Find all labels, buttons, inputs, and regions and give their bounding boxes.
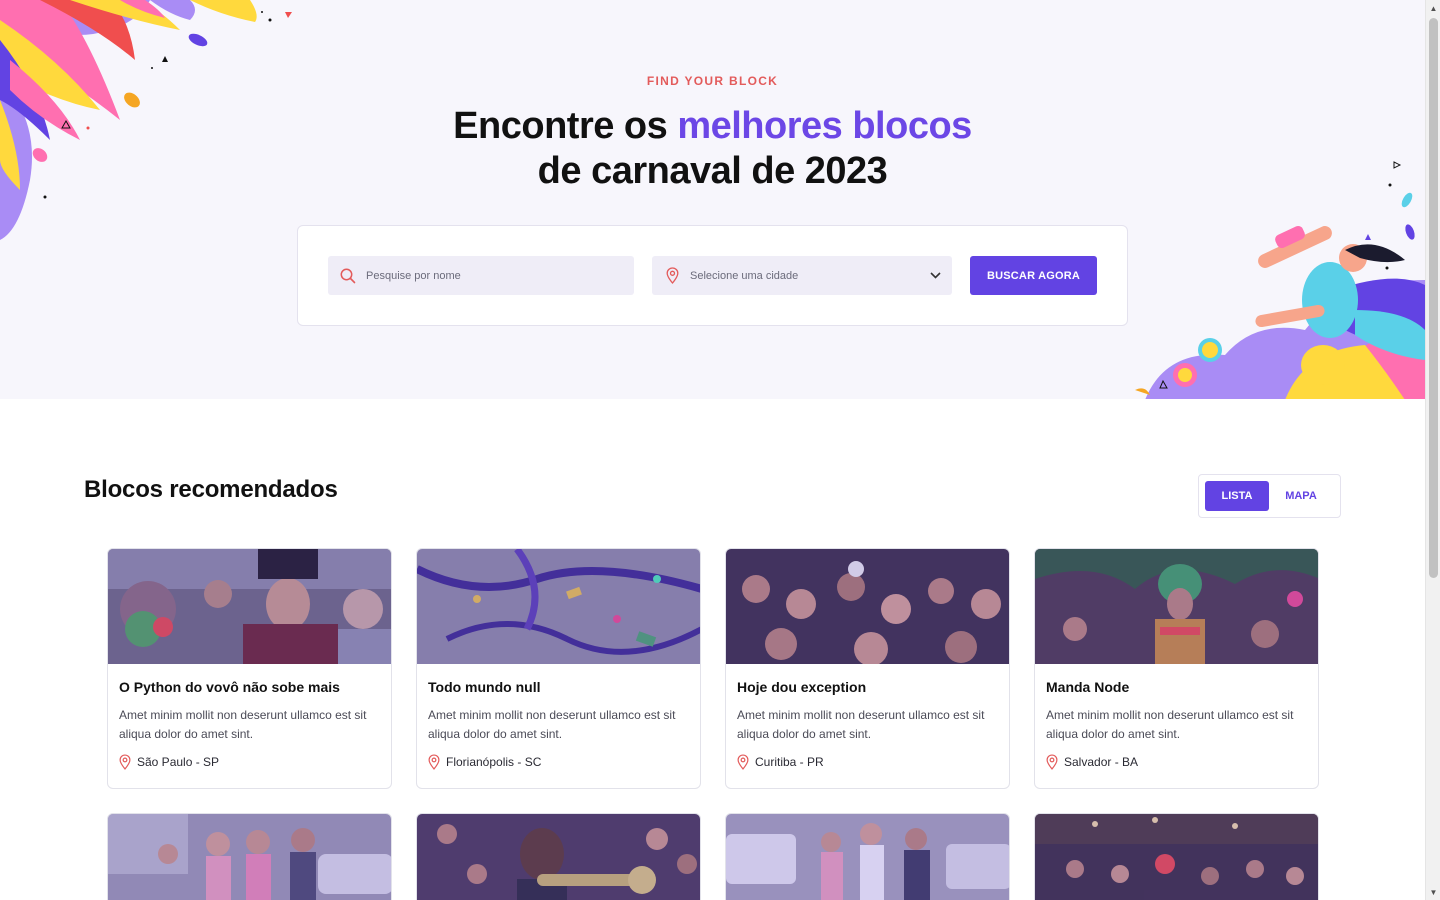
search-button[interactable]: BUSCAR AGORA [970,256,1097,295]
block-card-location: Curitiba - PR [737,754,998,770]
block-card-image [417,549,700,664]
map-pin-icon [1046,754,1058,770]
block-card-image [108,814,391,900]
list-view-button[interactable]: LISTA [1205,481,1269,511]
block-card[interactable] [416,813,701,900]
hero-title-prefix: Encontre os [453,105,678,147]
name-search-field[interactable] [328,256,634,295]
block-card-description: Amet minim mollit non deserunt ullamco e… [1046,708,1294,741]
page-scrollbar[interactable]: ▲ ▼ [1425,0,1440,900]
block-card[interactable] [725,813,1010,900]
block-card-description: Amet minim mollit non deserunt ullamco e… [119,708,367,741]
block-card[interactable]: Manda Node Amet minim mollit non deserun… [1034,548,1319,789]
city-select-placeholder: Selecione uma cidade [690,269,799,282]
hero-title-accent: melhores blocos [677,105,972,147]
scrollbar-thumb[interactable] [1429,18,1438,578]
block-card-title: Manda Node [1046,679,1130,695]
scroll-down-arrow-icon[interactable]: ▼ [1426,884,1440,900]
hero-section: FIND YOUR BLOCK Encontre os melhores blo… [0,0,1425,399]
block-card[interactable]: O Python do vovô não sobe mais Amet mini… [107,548,392,789]
block-card-location: São Paulo - SP [119,754,380,770]
view-toggle: LISTA MAPA [1198,474,1341,518]
block-card-location: Florianópolis - SC [428,754,689,770]
block-card-image [1035,814,1318,900]
chevron-down-icon [928,269,942,283]
block-card-description: Amet minim mollit non deserunt ullamco e… [428,708,676,741]
block-card-location-text: Florianópolis - SC [446,755,542,769]
block-card-location-text: Salvador - BA [1064,755,1139,769]
scroll-up-arrow-icon[interactable]: ▲ [1426,0,1440,16]
map-pin-icon [737,754,749,770]
block-card-description: Amet minim mollit non deserunt ullamco e… [737,708,985,741]
section-title: Blocos recomendados [84,476,338,503]
block-card[interactable] [107,813,392,900]
block-card-location-text: Curitiba - PR [755,755,824,769]
page: FIND YOUR BLOCK Encontre os melhores blo… [0,0,1425,900]
search-panel: Selecione uma cidade BUSCAR AGORA [297,225,1128,326]
block-card-image [726,549,1009,664]
search-icon [340,267,356,285]
block-card-image [726,814,1009,900]
block-card-title: Hoje dou exception [737,679,867,695]
block-card-location-text: São Paulo - SP [137,755,220,769]
block-card[interactable] [1034,813,1319,900]
block-card-title: O Python do vovô não sobe mais [119,679,340,695]
map-view-button[interactable]: MAPA [1269,481,1333,511]
name-search-input[interactable] [366,269,606,282]
block-card-title: Todo mundo null [428,679,541,695]
block-card-image [1035,549,1318,664]
block-card[interactable]: Todo mundo null Amet minim mollit non de… [416,548,701,789]
block-card[interactable]: Hoje dou exception Amet minim mollit non… [725,548,1010,789]
city-select[interactable]: Selecione uma cidade [652,256,952,295]
block-card-location: Salvador - BA [1046,754,1307,770]
map-pin-icon [428,754,440,770]
hero-title: Encontre os melhores blocos de carnaval … [0,104,1425,194]
hero-eyebrow: FIND YOUR BLOCK [646,74,779,88]
map-pin-icon [664,267,680,285]
hero-title-line2: de carnaval de 2023 [537,150,888,192]
block-card-image [108,549,391,664]
map-pin-icon [119,754,131,770]
block-card-image [417,814,700,900]
